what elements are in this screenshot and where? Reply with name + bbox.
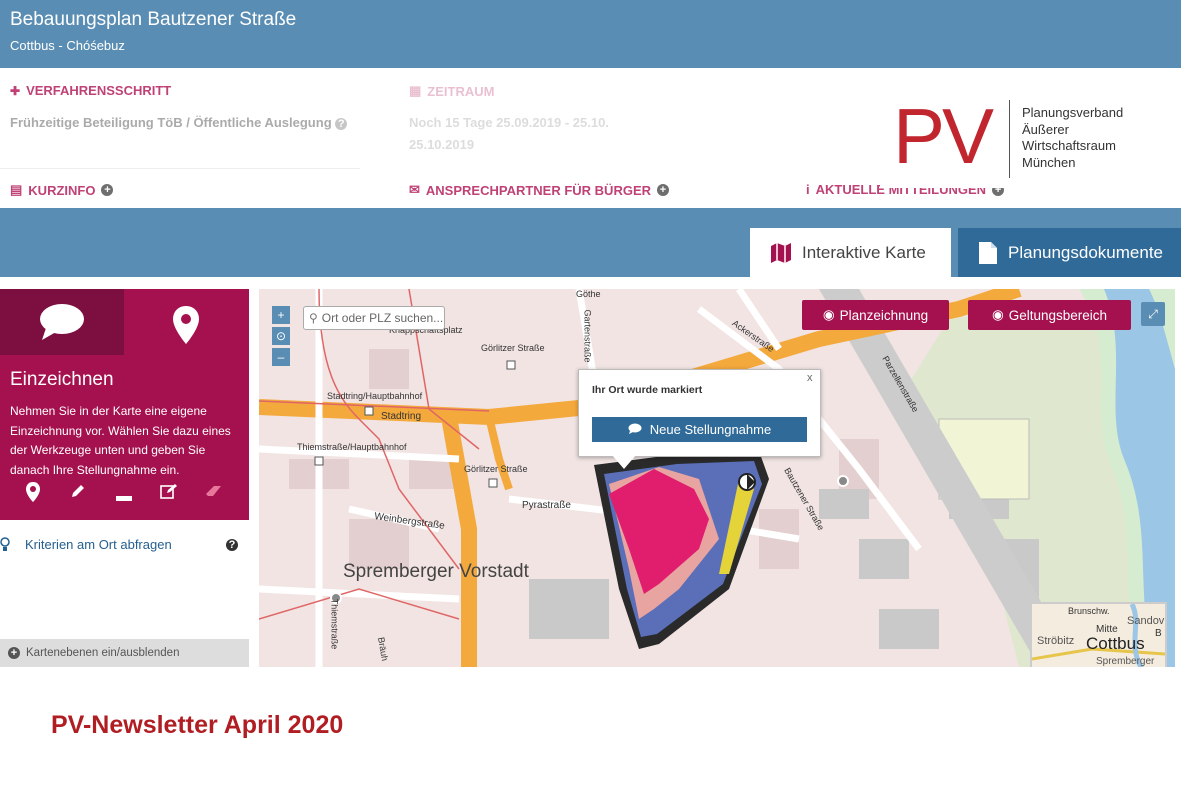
minimap-cottbus: Cottbus <box>1086 634 1145 653</box>
document-icon <box>979 241 997 264</box>
help-icon[interactable]: ? <box>226 539 238 551</box>
document-icon: ▤ <box>10 182 23 197</box>
zeitraum-value-1: Noch 15 Tage 25.09.2019 - 25.10. <box>409 115 609 130</box>
draw-section: Einzeichnen Nehmen Sie in der Karte eine… <box>0 355 249 520</box>
label-thiemstrasse: Thiemstraße <box>329 598 340 650</box>
label-gartenstrasse: Gartenstraße <box>582 309 593 363</box>
criteria-link[interactable]: Kriterien am Ort abfragen ? <box>0 537 249 559</box>
draw-heading: Einzeichnen <box>10 369 114 390</box>
logo-line2: Äußerer <box>1022 121 1069 137</box>
criteria-label: Kriterien am Ort abfragen <box>25 537 172 552</box>
zoom-in-button[interactable]: + <box>272 306 290 324</box>
label-stadtring: Stadtring <box>381 411 422 422</box>
logo-line3: Wirtschaftsraum <box>1022 138 1116 153</box>
page-subtitle: Cottbus - Chóśebuz <box>10 38 125 53</box>
speech-bubble-icon <box>628 422 642 437</box>
minimap-brunschw: Brunschw. <box>1068 606 1110 616</box>
marker-mode-button[interactable] <box>124 289 249 355</box>
search-input[interactable]: Ort oder PLZ suchen... <box>322 311 443 325</box>
expand-icon: + <box>657 184 670 196</box>
ansprechpartner-link[interactable]: ✉ ANSPRECHPARTNER FÜR BÜRGER + <box>409 182 670 198</box>
info-icon: i <box>806 182 810 197</box>
eye-icon: ◉ <box>991 307 1004 322</box>
kurzinfo-label: KURZINFO <box>28 182 96 198</box>
eye-icon: ◉ <box>822 307 835 322</box>
verfahren-value-text: Frühzeitige Beteiligung TöB / Öffentlich… <box>10 115 332 130</box>
label-goethe: Göthe <box>576 289 601 299</box>
layers-toggle[interactable]: + Kartenebenen ein/ausblenden <box>0 639 249 667</box>
zoom-out-button[interactable]: – <box>272 348 290 366</box>
eraser-tool-icon[interactable] <box>205 484 223 503</box>
puzzle-icon: ✚ <box>10 83 21 98</box>
logo-text: Planungsverband Äußerer Wirtschaftsraum … <box>1022 105 1123 171</box>
popup-title: Ihr Ort wurde markiert <box>592 384 703 396</box>
ansprechpartner-label: ANSPRECHPARTNER FÜR BÜRGER <box>425 182 652 198</box>
minimap-stroebitz: Ströbitz <box>1037 635 1075 647</box>
label-goerlitzer-1: Görlitzer Straße <box>481 343 545 353</box>
new-statement-button[interactable]: Neue Stellungnahme <box>592 417 807 442</box>
label-spremberger-vorstadt: Spremberger Vorstadt <box>343 561 529 582</box>
lightbulb-icon <box>0 537 10 556</box>
line-tool-icon[interactable] <box>116 489 132 507</box>
draw-panel: Einzeichnen Nehmen Sie in der Karte eine… <box>0 289 249 667</box>
minimap-sandow: Sandov <box>1127 615 1165 627</box>
popup-pointer <box>612 455 636 469</box>
layers-label: Kartenebenen ein/ausblenden <box>26 647 180 659</box>
planzeichnung-label: Planzeichnung <box>839 307 929 323</box>
geltungsbereich-label: Geltungsbereich <box>1008 307 1108 323</box>
zeitraum-label: ▦ ZEITRAUM <box>409 83 494 99</box>
zeitraum-value-2: 25.10.2019 <box>409 137 475 152</box>
label-stadtring-hbf: Stadtring/Hauptbahnhof <box>327 391 423 401</box>
pencil-tool-icon[interactable] <box>70 483 86 504</box>
verfahren-label-text: VERFAHRENSSCHRITT <box>26 83 172 98</box>
geltungsbereich-button[interactable]: ◉ Geltungsbereich <box>968 300 1131 330</box>
verfahren-label: ✚ VERFAHRENSSCHRITT <box>10 83 171 98</box>
overview-minimap[interactable]: Brunschw. Sandov Mitte B Ströbitz Cottbu… <box>1030 602 1167 667</box>
logo-pv: PV <box>893 92 994 180</box>
help-icon[interactable]: ? <box>335 118 348 130</box>
page-title: Bebauungsplan Bautzener Straße <box>10 9 297 30</box>
point-tool-icon[interactable] <box>25 481 41 508</box>
calendar-icon: ▦ <box>409 83 422 98</box>
newsletter-title: PV-Newsletter April 2020 <box>51 711 344 739</box>
map-icon <box>771 242 791 263</box>
fullscreen-button[interactable]: ⤢ <box>1141 302 1165 326</box>
expand-icon: + <box>101 184 114 196</box>
map-pin-icon <box>173 306 199 344</box>
minimap-b: B <box>1155 628 1162 639</box>
draw-description: Nehmen Sie in der Karte eine eigene Einz… <box>10 404 231 477</box>
popup-close-button[interactable]: x <box>807 372 813 384</box>
envelope-icon: ✉ <box>409 182 420 197</box>
label-goerlitzer-2: Görlitzer Straße <box>464 464 528 474</box>
search-box[interactable]: ⚲ Ort oder PLZ suchen... <box>303 306 445 330</box>
map-view[interactable]: Knappschaftsplatz Görlitzer Straße Stadt… <box>259 289 1175 667</box>
speech-bubble-icon <box>40 304 84 340</box>
divider <box>0 168 360 169</box>
planzeichnung-button[interactable]: ◉ Planzeichnung <box>802 300 949 330</box>
zoom-reset-button[interactable]: ⊙ <box>272 327 290 345</box>
tab-planungsdokumente[interactable]: Planungsdokumente <box>958 228 1181 277</box>
logo-line4: München <box>1022 154 1076 170</box>
tab-label: Planungsdokumente <box>1008 242 1164 262</box>
edit-tool-icon[interactable] <box>160 483 178 504</box>
label-pyrastrasse: Pyrastraße <box>522 500 571 511</box>
logo-separator <box>1009 100 1010 178</box>
draw-tools <box>0 481 249 505</box>
logo-line1: Planungsverband <box>1022 105 1124 120</box>
search-icon: ⚲ <box>309 311 318 325</box>
expand-icon: ⤢ <box>1148 306 1158 321</box>
comment-mode-button[interactable] <box>0 289 124 355</box>
marker-popup: Ihr Ort wurde markiert x Neue Stellungna… <box>578 369 821 457</box>
minimap-spremberger: Spremberger <box>1096 656 1155 667</box>
tab-interaktive-karte[interactable]: Interaktive Karte <box>750 228 951 277</box>
tab-label: Interaktive Karte <box>802 242 926 262</box>
page-header: Bebauungsplan Bautzener Straße Cottbus -… <box>0 0 1181 68</box>
new-statement-label: Neue Stellungnahme <box>649 422 772 437</box>
kurzinfo-link[interactable]: ▤ KURZINFO + <box>10 182 114 198</box>
plus-circle-icon: + <box>8 647 20 659</box>
label-thiemstr-hbf: Thiemstraße/Hauptbahnhof <box>297 442 407 452</box>
verfahren-value: Frühzeitige Beteiligung TöB / Öffentlich… <box>10 115 348 130</box>
zeitraum-label-text: ZEITRAUM <box>427 83 495 99</box>
